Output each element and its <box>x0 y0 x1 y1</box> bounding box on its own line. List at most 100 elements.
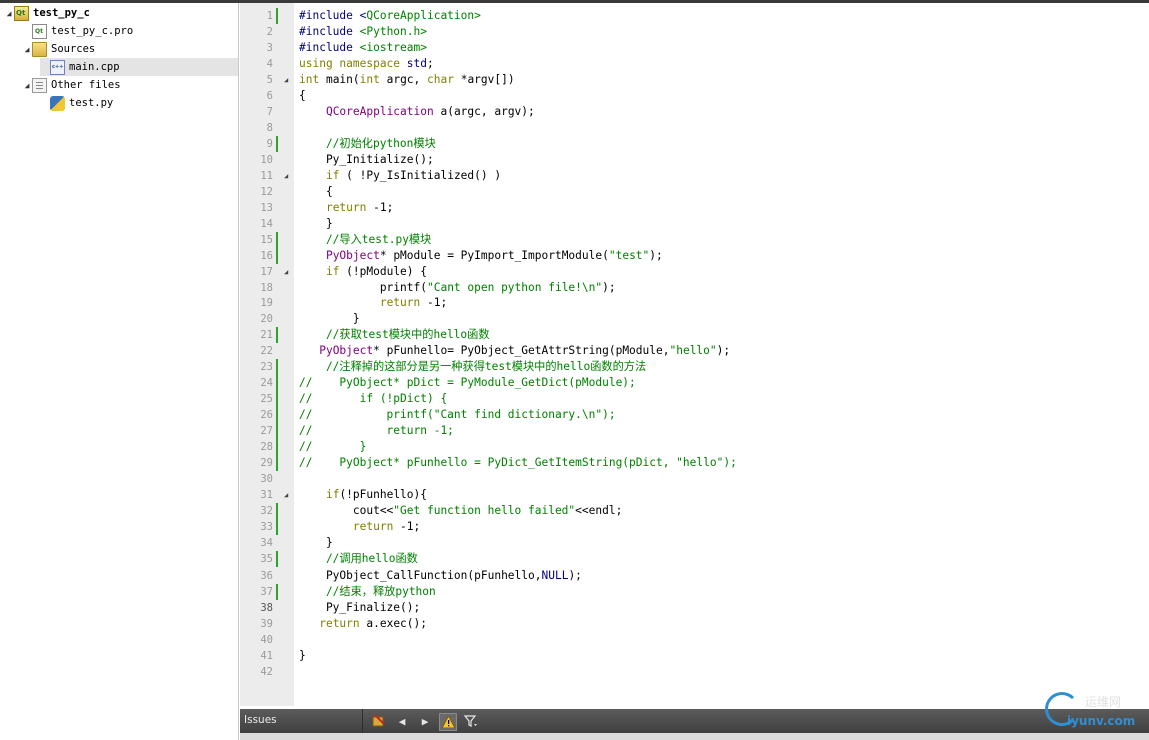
line-number: 2 <box>266 25 273 38</box>
line-number: 38 <box>260 601 273 614</box>
line-number: 32 <box>260 505 273 518</box>
expand-arrow-icon[interactable]: ◢ <box>4 9 14 18</box>
code-line[interactable]: 34 } <box>240 535 1149 551</box>
tree-item-test-py[interactable]: test.py <box>40 94 113 112</box>
fold-arrow-icon[interactable]: ◢ <box>284 264 288 280</box>
line-number: 22 <box>260 345 273 358</box>
code-text: // printf("Cant find dictionary.\n"); <box>299 408 616 422</box>
tree-item-label: Sources <box>51 43 96 55</box>
code-line[interactable]: 33 return -1; <box>240 519 1149 536</box>
issues-label[interactable]: Issues <box>244 714 277 726</box>
fold-arrow-icon[interactable]: ◢ <box>284 487 288 503</box>
tree-item-label: Other files <box>51 79 121 91</box>
code-line[interactable]: 42 <box>240 664 1149 680</box>
code-line[interactable]: 21 //获取test模块中的hello函数 <box>240 327 1149 344</box>
tree-item-pro-file[interactable]: test_py_c.pro <box>22 22 133 40</box>
previous-issue-icon[interactable]: ◀ <box>394 713 410 729</box>
python-file-icon <box>50 95 65 111</box>
code-line[interactable]: 3 #include <iostream> <box>240 40 1149 56</box>
next-issue-icon[interactable]: ▶ <box>417 713 433 729</box>
line-number: 28 <box>260 441 273 453</box>
code-line[interactable]: 41} <box>240 648 1149 664</box>
tree-item-label: main.cpp <box>69 61 120 73</box>
code-text: // } <box>299 440 367 453</box>
fold-arrow-icon[interactable]: ◢ <box>284 72 288 88</box>
line-number: 29 <box>260 456 273 469</box>
code-line[interactable]: 13 return -1; <box>240 200 1149 216</box>
code-text: // if (!pDict) { <box>299 392 448 406</box>
fold-arrow-icon[interactable]: ◢ <box>284 168 288 184</box>
line-number: 1 <box>266 10 273 22</box>
code-line[interactable]: 35 //调用hello函数 <box>240 551 1149 568</box>
expand-arrow-icon[interactable]: ◢ <box>22 45 32 54</box>
tree-item-sources[interactable]: ◢ Sources <box>22 40 95 58</box>
code-line[interactable]: 15 //导入test.py模块 <box>240 231 1149 248</box>
pro-file-icon <box>32 23 47 39</box>
code-editor[interactable]: 1 #include <QCoreApplication> 2 #include <P… <box>240 3 1149 706</box>
code-line[interactable]: 39 return a.exec(); <box>240 616 1149 632</box>
tree-item-label: test_py_c.pro <box>51 25 134 37</box>
code-line[interactable]: 36 PyObject_CallFunction(pFunhello,NULL)… <box>240 568 1149 584</box>
code-line[interactable]: 5 ◢ int main(int argc, char *argv[]) <box>240 72 1149 88</box>
code-text: if (!pModule) { <box>325 264 427 278</box>
code-line[interactable]: 14 } <box>240 216 1149 232</box>
code-line[interactable]: 8 <box>240 120 1149 136</box>
code-line[interactable]: 20 } <box>240 311 1149 327</box>
code-text: if(!pFunhello){ <box>325 488 427 502</box>
issues-pane-bar: Issues ◀ ▶ <box>240 709 1149 733</box>
filter-icon[interactable] <box>463 713 479 729</box>
watermark-en: iyunv.com <box>1067 714 1136 728</box>
code-line[interactable]: 27 // return -1; <box>240 423 1149 440</box>
line-number: 23 <box>260 361 273 374</box>
code-line[interactable]: 6{ <box>240 88 1149 104</box>
tree-item-other-files[interactable]: ◢ Other files <box>22 76 121 94</box>
cpp-file-icon <box>50 59 65 75</box>
code-line[interactable]: 23 //注释掉的这部分是另一种获得test模块中的hello函数的方法 <box>240 359 1149 376</box>
change-marker <box>276 247 278 264</box>
code-line[interactable]: 40 <box>240 632 1149 648</box>
code-line[interactable]: 2 #include <Python.h> <box>240 24 1149 40</box>
code-line[interactable]: 31 ◢ if(!pFunhello){ <box>240 487 1149 503</box>
code-line[interactable]: 29 // PyObject* pFunhello = PyDict_GetIte… <box>240 454 1149 471</box>
clear-issues-icon[interactable] <box>371 713 387 729</box>
code-line[interactable]: 10 Py_Initialize(); <box>240 152 1149 168</box>
change-marker <box>276 8 278 24</box>
line-number: 24 <box>260 377 273 390</box>
tree-item-main-cpp[interactable]: main.cpp <box>40 58 238 76</box>
code-line[interactable]: 11 ◢ if ( !Py_IsInitialized() ) <box>240 168 1149 184</box>
code-line[interactable]: 7 QCoreApplication a(argc, argv); <box>240 104 1149 120</box>
code-text: PyObject* pModule = PyImport_ImportModul… <box>325 248 663 262</box>
code-line[interactable]: 26 // printf("Cant find dictionary.\n"); <box>240 407 1149 424</box>
line-number: 36 <box>260 569 273 582</box>
code-line[interactable]: 22 PyObject* pFunhello= PyObject_GetAttr… <box>240 343 1149 359</box>
code-line[interactable]: 12 { <box>240 184 1149 200</box>
code-line[interactable]: 16 PyObject* pModule = PyImport_ImportMo… <box>240 247 1149 264</box>
line-number: 10 <box>260 153 273 166</box>
code-line[interactable]: 19 return -1; <box>240 295 1149 311</box>
code-text: //注释掉的这部分是另一种获得test模块中的hello函数的方法 <box>299 360 647 374</box>
change-marker <box>276 454 278 471</box>
line-number: 7 <box>266 105 273 118</box>
code-line[interactable]: 18 printf("Cant open python file!\n"); <box>240 280 1149 296</box>
code-line[interactable]: 37 //结束，释放python <box>240 583 1149 600</box>
code-line[interactable]: 9 //初始化python模块 <box>240 135 1149 152</box>
code-line[interactable]: 4 using namespace std; <box>240 56 1149 72</box>
line-number: 14 <box>260 217 273 230</box>
code-line[interactable]: 17 ◢ if (!pModule) { <box>240 264 1149 280</box>
code-line[interactable]: 32 cout<<"Get function hello failed"<<en… <box>240 503 1149 520</box>
line-number: 12 <box>260 185 273 198</box>
toolbar-separator <box>362 709 363 733</box>
line-number: 3 <box>266 41 273 54</box>
qt-project-icon <box>14 5 29 21</box>
tree-item-project[interactable]: ◢ test_py_c <box>4 4 90 22</box>
code-line[interactable]: 25 // if (!pDict) { <box>240 391 1149 408</box>
code-line[interactable]: 28 // } <box>240 439 1149 455</box>
expand-arrow-icon[interactable]: ◢ <box>22 81 32 90</box>
code-line[interactable]: 24 // PyObject* pDict = PyModule_GetDict(… <box>240 375 1149 392</box>
warning-filter-icon[interactable] <box>439 713 457 731</box>
code-line[interactable]: 30 <box>240 471 1149 487</box>
line-number: 25 <box>260 393 273 406</box>
code-line[interactable]: 1 #include <QCoreApplication> <box>240 8 1149 24</box>
project-tree[interactable]: ◢ test_py_c test_py_c.pro ◢ Sources main… <box>0 3 239 740</box>
code-line[interactable]: 38 Py_Finalize(); <box>240 600 1149 616</box>
